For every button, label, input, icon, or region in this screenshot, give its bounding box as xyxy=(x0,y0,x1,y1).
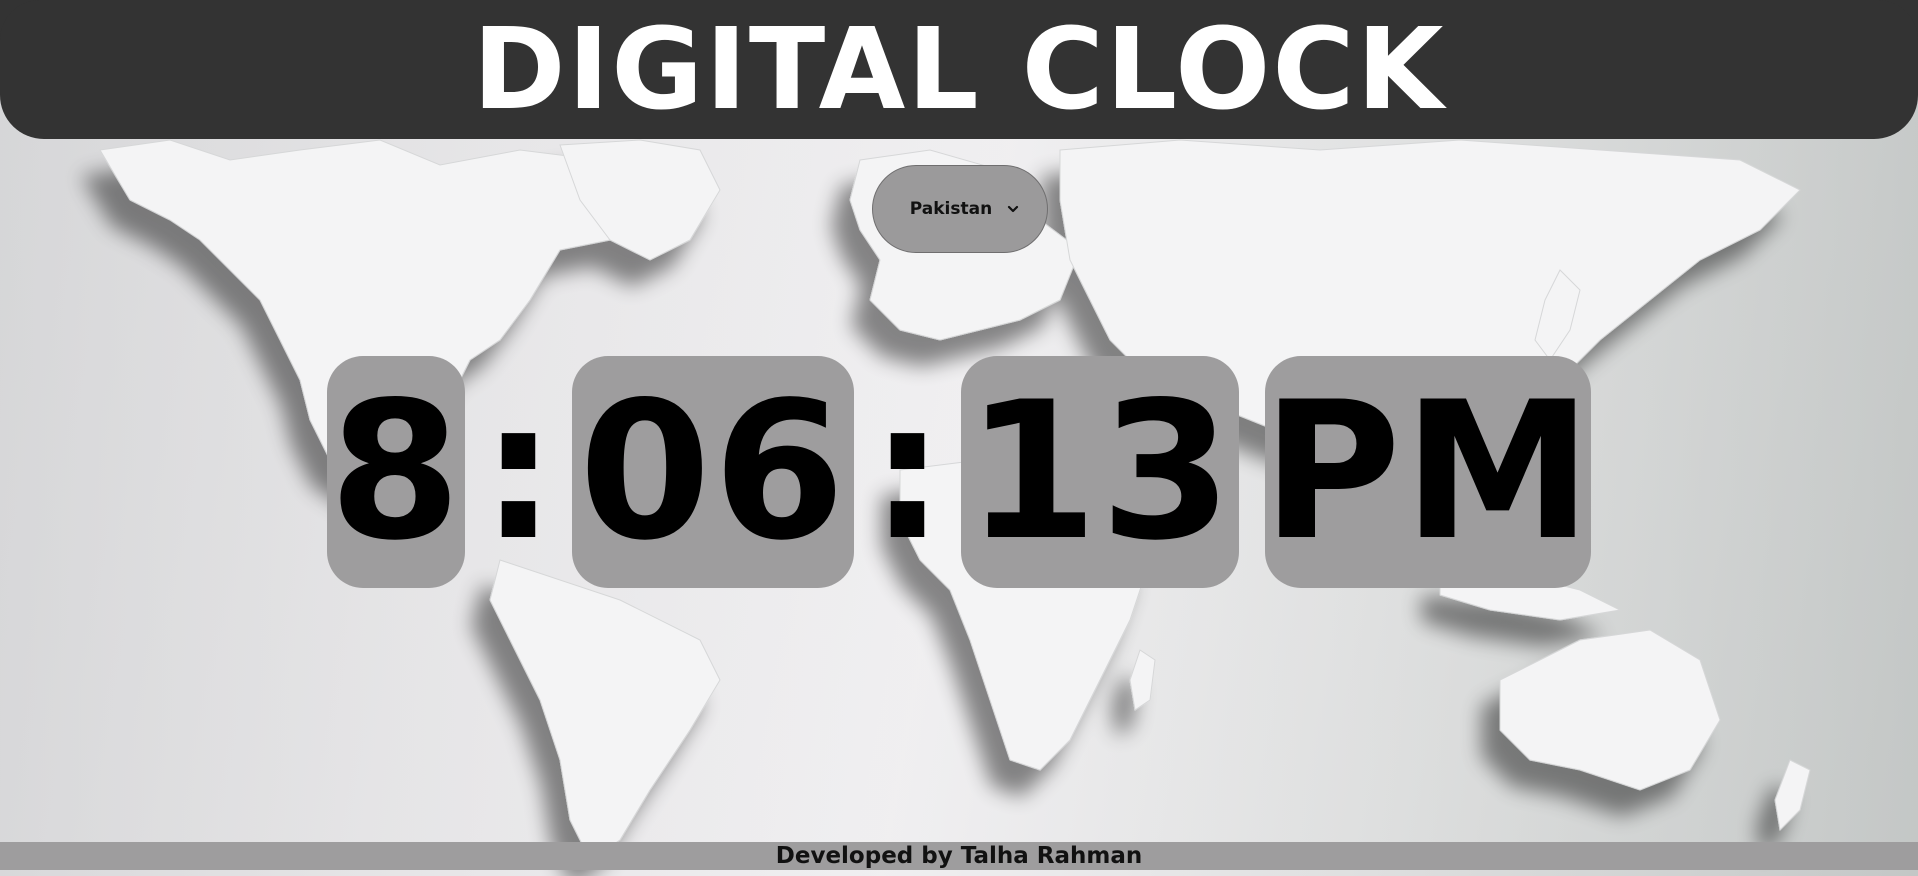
seconds-value: 13 xyxy=(965,361,1235,582)
chevron-down-icon xyxy=(1008,205,1019,213)
hours-segment: 8 xyxy=(327,356,465,588)
seconds-segment: 13 xyxy=(961,356,1239,588)
digital-clock-display: 8 : 06 : 13 PM xyxy=(0,356,1918,590)
footer: Developed by Talha Rahman xyxy=(0,842,1918,870)
minutes-seconds-separator: : xyxy=(869,361,946,582)
app-header: DIGITAL CLOCK xyxy=(0,0,1918,139)
hours-minutes-separator: : xyxy=(480,361,557,582)
period-value: PM xyxy=(1261,361,1595,582)
minutes-segment: 06 xyxy=(572,356,854,588)
hours-value: 8 xyxy=(328,361,464,582)
developer-credit: Developed by Talha Rahman xyxy=(775,843,1143,869)
country-select-value: Pakistan xyxy=(909,199,993,219)
minutes-value: 06 xyxy=(578,361,848,582)
country-select[interactable]: Pakistan xyxy=(872,165,1048,253)
period-segment: PM xyxy=(1261,356,1595,588)
page-title: DIGITAL CLOCK xyxy=(472,4,1446,135)
